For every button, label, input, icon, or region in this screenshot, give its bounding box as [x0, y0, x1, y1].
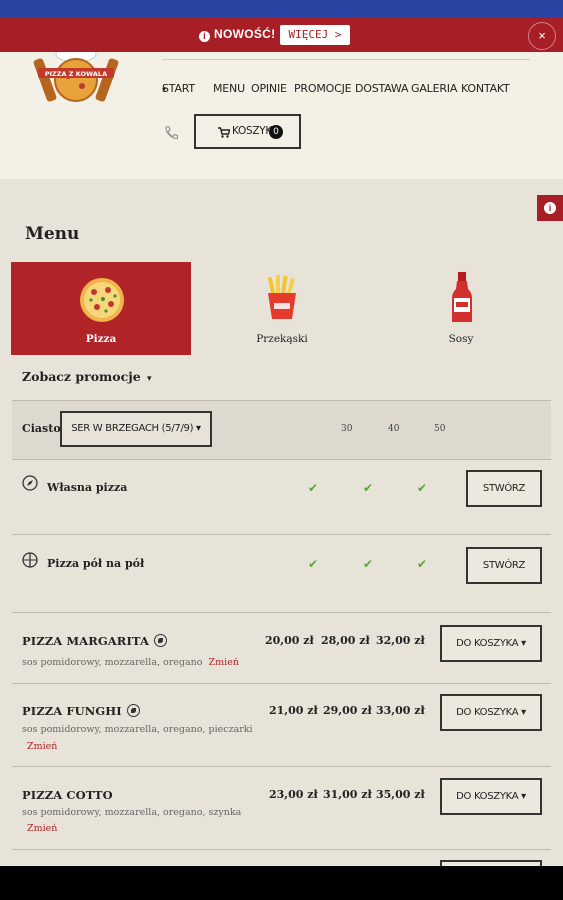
vegetarian-icon — [153, 634, 167, 647]
dough-label: Ciasto — [22, 422, 61, 435]
product-ingredients: sos pomidorowy, mozzarella, oregano — [22, 657, 203, 668]
logo-text: PIZZA Z KOWALA — [45, 70, 107, 78]
vegetarian-icon — [126, 704, 140, 717]
check-icon: ✔ — [363, 481, 374, 495]
ketchup-bottle-icon — [452, 272, 472, 322]
cart-icon — [218, 127, 230, 138]
nav-kontakt[interactable]: KONTAKT — [461, 82, 510, 95]
price-40: 31,00 zł — [323, 788, 372, 801]
menu-title: Menu — [25, 224, 80, 244]
custom-pizza-name: Własna pizza — [47, 481, 128, 494]
product-name: PIZZA FUNGHI — [22, 704, 140, 718]
change-ingredients-link[interactable]: Zmień — [27, 823, 57, 834]
nav-menu[interactable]: MENU — [213, 82, 245, 95]
phone-icon[interactable] — [163, 125, 179, 141]
promotions-toggle[interactable]: Zobacz promocje ▾ — [22, 369, 152, 384]
product-description: sos pomidorowy, mozzarella, oregano Zmie… — [22, 657, 239, 668]
size-label: 40 — [388, 424, 400, 434]
size-label: 30 — [341, 424, 353, 434]
header-divider — [162, 59, 530, 60]
product-name-text: PIZZA FUNGHI — [22, 704, 122, 718]
custom-pizza-row: Własna pizza ✔ ✔ ✔ STWÓRZ — [12, 460, 551, 530]
half-half-pizza-row: Pizza pół na pół ✔ ✔ ✔ STWÓRZ — [12, 535, 551, 605]
check-icon: ✔ — [308, 557, 319, 571]
info-icon: i — [199, 31, 210, 42]
product-row: PIZZA COTTO sos pomidorowy, mozzarella, … — [12, 767, 551, 849]
create-custom-pizza-button[interactable]: STWÓRZ — [466, 470, 542, 507]
more-button[interactable]: WIĘCEJ > — [280, 25, 350, 45]
check-icon: ✔ — [417, 557, 428, 571]
nav-dostawa[interactable]: DOSTAWA — [355, 82, 409, 95]
change-ingredients-link[interactable]: Zmień — [27, 741, 57, 752]
system-status-bar — [0, 0, 563, 18]
category-label: Sosy — [448, 333, 474, 345]
close-banner-button[interactable]: × — [528, 22, 556, 50]
news-banner: i NOWOŚĆ! WIĘCEJ > × — [0, 18, 563, 52]
product-name-text: PIZZA MARGARITA — [22, 634, 149, 648]
add-to-cart-button[interactable]: DO KOSZYKA ▾ — [440, 694, 542, 731]
nav-opinie[interactable]: OPINIE — [251, 82, 287, 95]
category-sosy[interactable]: Sosy — [371, 262, 551, 355]
logo[interactable]: PIZZA Z KOWALA — [30, 52, 122, 108]
info-icon: i — [544, 202, 556, 214]
size-label: 50 — [434, 424, 446, 434]
product-name: PIZZA COTTO — [22, 788, 113, 802]
chevron-down-icon: ▾ — [147, 374, 152, 384]
price-40: 29,00 zł — [323, 704, 372, 717]
nav-start-label: START — [162, 82, 195, 95]
price-40: 28,00 zł — [321, 634, 370, 647]
add-to-cart-button[interactable]: DO KOSZYKA ▾ — [440, 625, 542, 662]
category-label: Przekąski — [256, 333, 308, 345]
divider — [12, 849, 551, 850]
nav-promocje[interactable]: PROMOCJE — [294, 82, 352, 95]
product-description: sos pomidorowy, mozzarella, oregano, szy… — [22, 807, 242, 818]
compass-icon — [22, 475, 38, 491]
add-to-cart-button[interactable]: DO KOSZYKA ▾ — [440, 778, 542, 815]
price-50: 32,00 zł — [376, 634, 425, 647]
check-icon: ✔ — [417, 481, 428, 495]
system-navigation-bar — [0, 866, 563, 900]
promotions-label: Zobacz promocje — [22, 369, 141, 384]
price-30: 20,00 zł — [265, 634, 314, 647]
product-row: PIZZA FUNGHI sos pomidorowy, mozzarella,… — [12, 684, 551, 766]
half-half-pizza-name: Pizza pół na pół — [47, 557, 145, 570]
create-half-half-button[interactable]: STWÓRZ — [466, 547, 542, 584]
cart-count-badge: 0 — [269, 125, 283, 139]
category-przekaski[interactable]: Przekąski — [192, 262, 372, 355]
price-50: 35,00 zł — [376, 788, 425, 801]
nav-galeria[interactable]: GALERIA — [411, 82, 457, 95]
site-header: PIZZA Z KOWALA START ▾ MENU OPINIE PROMO… — [0, 52, 563, 179]
category-pizza[interactable]: Pizza — [11, 262, 191, 355]
cart-label: KOSZYK — [232, 125, 272, 137]
pizza-icon — [80, 278, 124, 322]
dough-row: Ciasto SER W BRZEGACH (5/7/9) ▾ 30 40 50 — [12, 401, 551, 459]
product-row: PIZZA MARGARITA sos pomidorowy, mozzarel… — [12, 613, 551, 683]
news-message: i NOWOŚĆ! — [199, 27, 275, 42]
product-name: PIZZA MARGARITA — [22, 634, 167, 648]
product-name-text: PIZZA COTTO — [22, 788, 113, 802]
product-description: sos pomidorowy, mozzarella, oregano, pie… — [22, 724, 253, 735]
price-50: 33,00 zł — [376, 704, 425, 717]
news-text: NOWOŚĆ! — [214, 27, 276, 41]
change-ingredients-link[interactable]: Zmień — [209, 657, 239, 668]
fries-icon — [267, 275, 296, 319]
check-icon: ✔ — [363, 557, 374, 571]
price-30: 23,00 zł — [269, 788, 318, 801]
nav-start[interactable]: START ▾ — [162, 82, 195, 95]
info-side-button[interactable]: i — [537, 195, 563, 221]
check-icon: ✔ — [308, 481, 319, 495]
half-pizza-icon — [22, 552, 38, 568]
price-30: 21,00 zł — [269, 704, 318, 717]
dough-select[interactable]: SER W BRZEGACH (5/7/9) ▾ — [60, 411, 212, 447]
cart-button[interactable]: KOSZYK 0 — [194, 114, 301, 149]
category-label: Pizza — [85, 333, 117, 345]
